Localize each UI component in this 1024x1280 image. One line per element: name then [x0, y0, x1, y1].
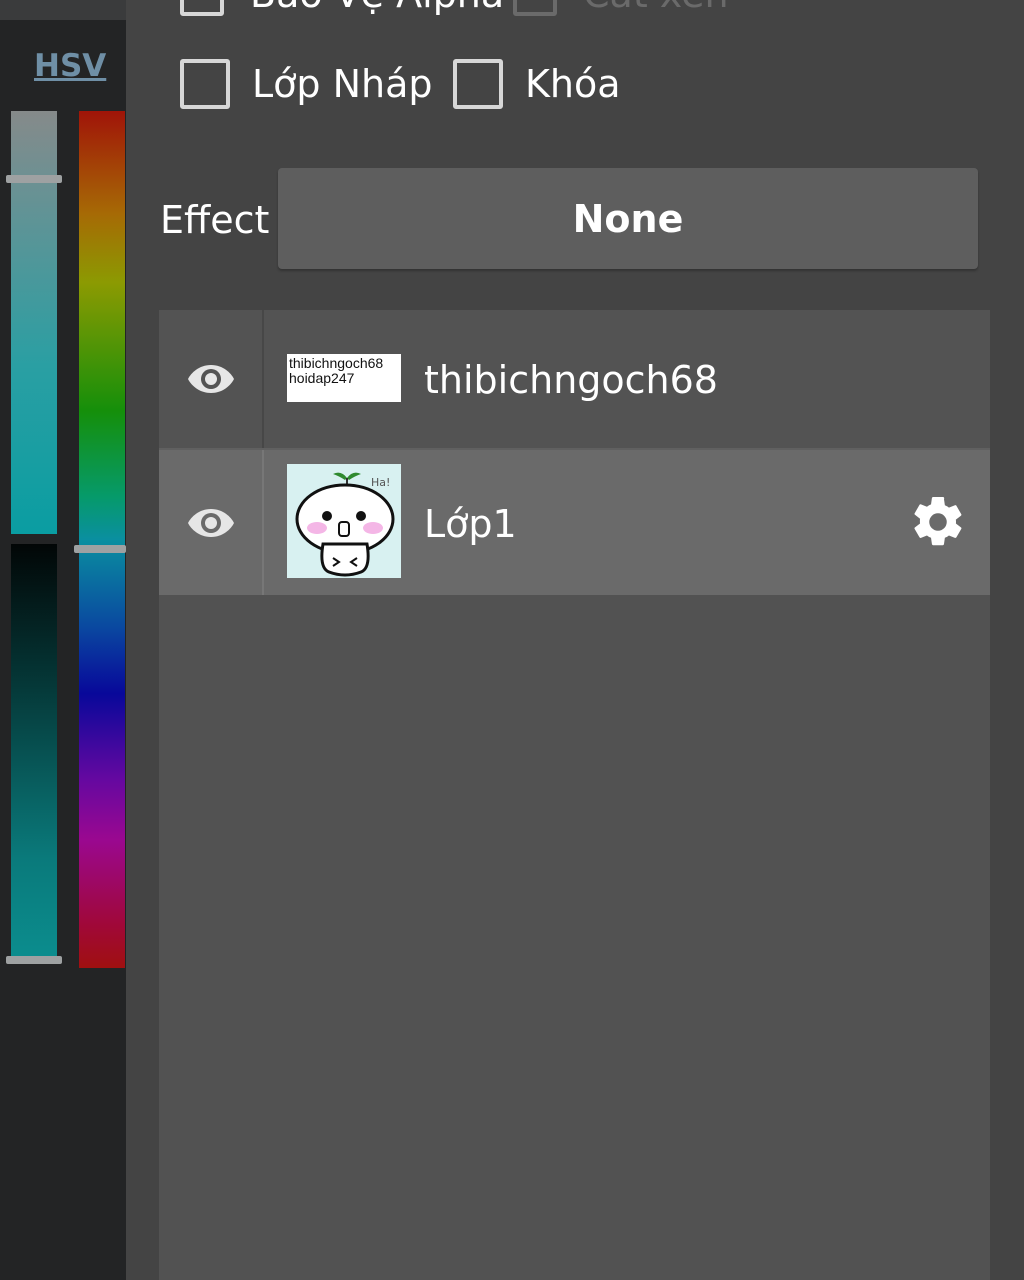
lock-option[interactable]: Khóa — [453, 59, 621, 109]
alpha-protect-option[interactable]: Bảo Vệ Alpha — [180, 0, 504, 16]
layer-row[interactable]: thibichngoch68 hoidap247 thibichngoch68 — [159, 310, 990, 450]
draft-layer-label: Lớp Nháp — [252, 62, 433, 106]
alpha-protect-label: Bảo Vệ Alpha — [250, 0, 504, 16]
color-panel-top-strip — [0, 0, 126, 20]
layer-thumbnail: thibichngoch68 hoidap247 — [287, 354, 401, 402]
layer-visibility-toggle[interactable] — [159, 450, 262, 595]
clip-checkbox — [513, 0, 557, 16]
layers-list: thibichngoch68 hoidap247 thibichngoch68 — [159, 310, 990, 1280]
gear-icon[interactable] — [908, 492, 968, 552]
layer-name: Lớp1 — [424, 502, 517, 546]
clip-label: Cắt xén — [583, 0, 729, 16]
layer-name: thibichngoch68 — [424, 358, 718, 402]
column-divider — [262, 310, 264, 448]
eye-icon — [187, 508, 234, 537]
lock-label: Khóa — [525, 62, 621, 106]
alpha-protect-checkbox[interactable] — [180, 0, 224, 16]
hsv-mode-link[interactable]: HSV — [34, 48, 106, 84]
layer-thumbnail: Ha! — [287, 464, 401, 578]
thumbnail-text-line: thibichngoch68 — [289, 355, 384, 371]
draft-layer-checkbox[interactable] — [180, 59, 230, 109]
column-divider — [262, 450, 264, 595]
draft-layer-option[interactable]: Lớp Nháp — [180, 59, 433, 109]
value-slider-handle[interactable] — [6, 956, 62, 964]
thumbnail-text-line: hoidap247 — [289, 370, 355, 386]
effect-label: Effect — [160, 198, 270, 242]
lock-checkbox[interactable] — [453, 59, 503, 109]
mushroom-sticker-image: Ha! — [287, 464, 401, 578]
eye-icon — [187, 365, 234, 393]
clip-option: Cắt xén — [513, 0, 729, 16]
saturation-slider-handle[interactable] — [6, 175, 62, 183]
layer-row-selected[interactable]: Ha! Lớp1 — [159, 450, 990, 595]
value-slider[interactable] — [11, 544, 57, 964]
sticker-text: Ha! — [371, 476, 390, 489]
color-panel: HSV — [0, 0, 126, 1280]
hue-slider[interactable] — [79, 111, 125, 968]
hue-slider-handle[interactable] — [74, 545, 126, 553]
layer-visibility-toggle[interactable] — [159, 310, 262, 448]
effect-dropdown-button[interactable]: None — [278, 168, 978, 269]
